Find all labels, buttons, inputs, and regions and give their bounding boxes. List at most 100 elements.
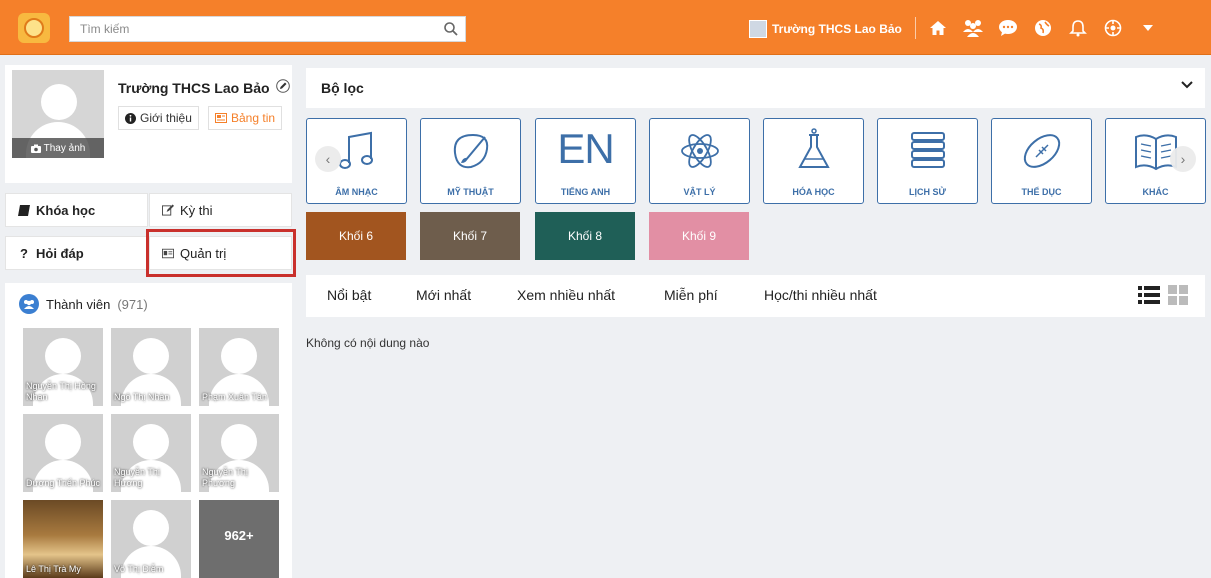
more-members-button[interactable]: 962+ [199, 500, 279, 578]
profile-card: Thay ảnh Trường THCS Lao Bảo Giới thiệu … [5, 65, 292, 183]
book-icon [18, 204, 30, 216]
more-members-count: 962+ [224, 528, 254, 543]
users-icon [19, 294, 39, 314]
navbar-icons [925, 16, 1160, 40]
home-icon[interactable] [925, 16, 950, 40]
tab-most-viewed[interactable]: Xem nhiều nhất [517, 287, 615, 303]
courses-label: Khóa học [36, 202, 96, 218]
search-input[interactable] [70, 17, 420, 41]
chevron-down-icon[interactable] [1181, 81, 1193, 89]
chevron-right-icon: › [1180, 151, 1186, 167]
tab-free[interactable]: Miễn phí [664, 287, 718, 303]
grade-label: Khối 9 [681, 229, 717, 243]
member-name: Nguyễn Thị Hương [114, 467, 160, 488]
member-name: Dương Triển Phúc [26, 478, 100, 488]
globe-icon[interactable] [1030, 16, 1055, 40]
grade-7-button[interactable]: Khối 7 [420, 212, 520, 260]
subject-physics[interactable]: VẬT LÝ [649, 118, 750, 204]
members-panel: Thành viên (971) Nguyễn Thị Hồng Nhạn Ng… [5, 283, 292, 578]
member-card[interactable]: Lê Thị Trà My [23, 500, 103, 578]
subject-label: KHÁC [1142, 187, 1169, 197]
atom-icon [681, 134, 719, 168]
carousel-next-button[interactable]: › [1170, 146, 1196, 172]
grade-8-button[interactable]: Khối 8 [535, 212, 635, 260]
subject-chemistry[interactable]: HÓA HỌC [763, 118, 864, 204]
search-box [69, 16, 466, 42]
member-card[interactable]: Nguyễn Thị Hương [111, 414, 191, 492]
newspaper-icon [215, 113, 227, 123]
apps-icon[interactable] [1100, 16, 1125, 40]
subject-history[interactable]: LỊCH SỬ [877, 118, 978, 204]
carousel-prev-button[interactable]: ‹ [315, 146, 341, 172]
member-name: Lê Thị Trà My [26, 564, 81, 574]
member-name: Nguyễn Thị Hồng Nhạn [26, 381, 96, 402]
bell-icon[interactable] [1065, 16, 1090, 40]
site-logo[interactable] [18, 13, 50, 43]
chat-icon[interactable] [995, 16, 1020, 40]
member-card[interactable]: Nguyễn Thị Hồng Nhạn [23, 328, 103, 406]
member-card[interactable]: Ngô Thị Nhàn [111, 328, 191, 406]
change-photo-label: Thay ảnh [43, 142, 86, 154]
member-card[interactable]: Võ Thị Diễm [111, 500, 191, 578]
tab-newest[interactable]: Mới nhất [416, 287, 471, 303]
user-profile-link[interactable]: Trường THCS Lao Bảo [749, 20, 902, 38]
flask-icon [798, 128, 830, 168]
filter-label: Bộ lọc [321, 80, 364, 96]
subject-label: HÓA HỌC [792, 187, 835, 197]
group-icon[interactable] [960, 16, 985, 40]
user-name: Trường THCS Lao Bảo [772, 22, 902, 36]
members-header: Thành viên (971) [19, 294, 148, 314]
admin-label: Quản trị [180, 245, 227, 261]
id-card-icon [162, 247, 174, 259]
members-title: Thành viên [46, 296, 111, 312]
chevron-down-icon[interactable] [1135, 16, 1160, 40]
question-icon: ? [20, 245, 28, 261]
member-card[interactable]: Nguyễn Thị Phương [199, 414, 279, 492]
news-tab[interactable]: Bảng tin [208, 106, 283, 130]
grade-9-button[interactable]: Khối 9 [649, 212, 749, 260]
profile-photo: Thay ảnh [12, 70, 104, 158]
member-card[interactable]: Phạm Xuân Tân [199, 328, 279, 406]
subject-label: THỂ DỤC [1021, 187, 1062, 197]
subject-pe[interactable]: THỂ DỤC [991, 118, 1092, 204]
subject-label: LỊCH SỬ [909, 187, 946, 197]
grade-label: Khối 6 [338, 229, 374, 243]
subject-art[interactable]: MỸ THUẬT [420, 118, 521, 204]
navbar-divider [915, 17, 916, 39]
paintbrush-icon [453, 133, 489, 169]
members-count: (971) [117, 296, 148, 312]
qa-button[interactable]: ? Hỏi đáp [5, 236, 148, 270]
list-view-icon[interactable] [1138, 285, 1160, 305]
edit-pencil-icon[interactable] [276, 79, 291, 93]
change-photo-button[interactable]: Thay ảnh [12, 138, 104, 158]
exams-button[interactable]: Kỳ thi [149, 193, 292, 227]
courses-button[interactable]: Khóa học [5, 193, 148, 227]
subject-label: MỸ THUẬT [447, 187, 494, 197]
english-icon: EN [557, 125, 614, 172]
member-name: Ngô Thị Nhàn [114, 392, 170, 402]
sort-tabs-bar: Nổi bật Mới nhất Xem nhiều nhất Miễn phí… [306, 275, 1205, 317]
about-tab[interactable]: Giới thiệu [118, 106, 199, 130]
chevron-left-icon: ‹ [325, 151, 331, 167]
tab-most-taken[interactable]: Học/thi nhiều nhất [764, 287, 877, 303]
books-stack-icon [911, 132, 945, 168]
top-navbar: Trường THCS Lao Bảo [0, 0, 1211, 55]
football-icon [1023, 134, 1061, 168]
search-icon[interactable] [443, 21, 459, 37]
grade-label: Khối 7 [452, 229, 488, 243]
user-avatar [749, 20, 767, 38]
empty-content-message: Không có nội dung nào [306, 336, 430, 350]
filter-bar[interactable]: Bộ lọc [306, 68, 1205, 108]
music-note-icon [339, 131, 373, 169]
camera-icon [30, 144, 41, 153]
grid-view-icon[interactable] [1168, 285, 1188, 305]
grade-6-button[interactable]: Khối 6 [306, 212, 406, 260]
subject-english[interactable]: EN TIẾNG ANH [535, 118, 636, 204]
member-card[interactable]: Dương Triển Phúc [23, 414, 103, 492]
info-icon [125, 112, 136, 124]
tab-featured[interactable]: Nổi bật [327, 287, 371, 303]
subject-label: VẬT LÝ [683, 187, 716, 197]
grade-label: Khối 8 [567, 229, 603, 243]
admin-button[interactable]: Quản trị [149, 236, 292, 270]
qa-label: Hỏi đáp [36, 245, 84, 261]
